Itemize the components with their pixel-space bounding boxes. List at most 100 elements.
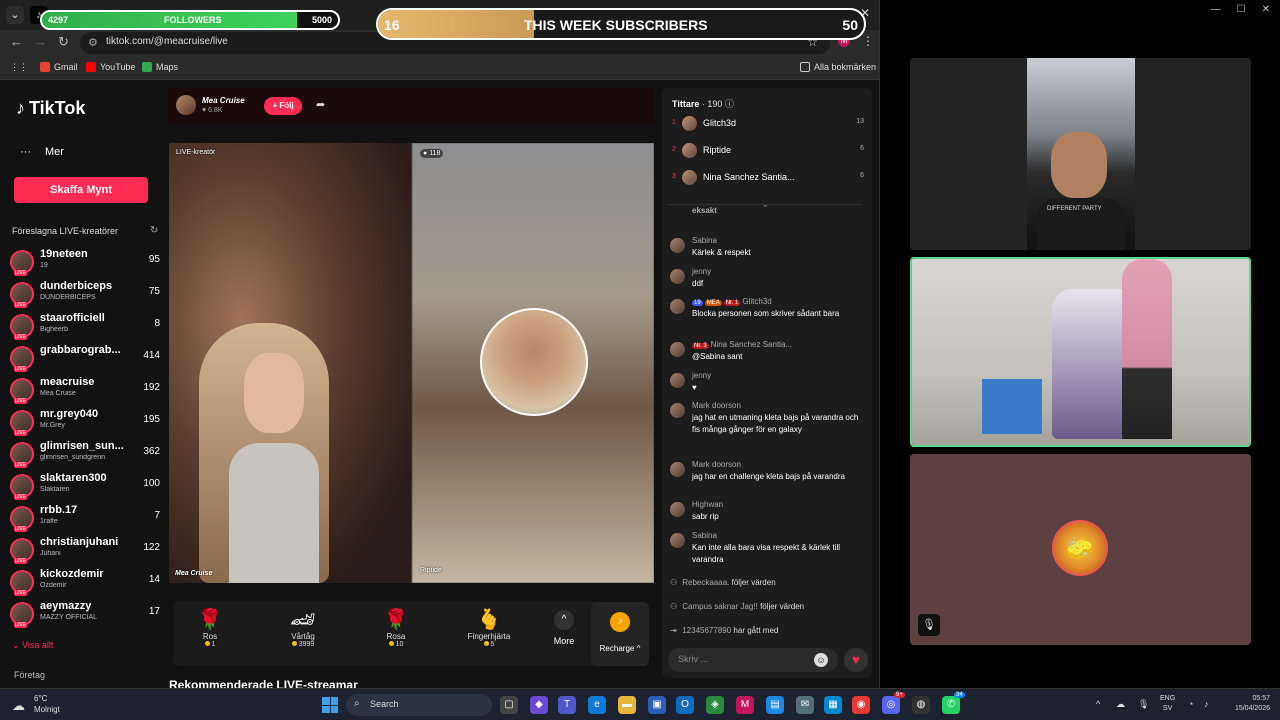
obs-icon[interactable]: ◍ bbox=[912, 696, 930, 714]
shield-icon[interactable]: ◈ bbox=[706, 696, 724, 714]
gift-item[interactable]: 🌹 Rosa 10 bbox=[361, 608, 431, 648]
see-all-link[interactable]: ⌄ Visa allt bbox=[12, 640, 53, 651]
message-author[interactable]: Sabina bbox=[692, 531, 717, 540]
clock[interactable]: 05:57 15/04/2026 bbox=[1224, 694, 1270, 714]
cloud-sync-icon[interactable]: ☁ bbox=[1116, 699, 1125, 710]
apps-icon[interactable]: ⋮⋮ bbox=[10, 62, 28, 73]
file-explorer-icon[interactable]: ▬ bbox=[618, 696, 636, 714]
mic-icon[interactable]: 🎙 bbox=[1138, 699, 1149, 710]
sidebar-creator[interactable]: LIVE 19neteen 19 95 bbox=[10, 248, 160, 278]
recharge-button[interactable]: ♪ Recharge ^ bbox=[591, 602, 649, 666]
user-avatar[interactable] bbox=[670, 342, 685, 357]
gift-item[interactable]: 🏎 Vårtåg 3999 bbox=[268, 608, 338, 648]
audio-panel[interactable]: 🧽 🎙 bbox=[910, 454, 1251, 645]
tiktok-logo[interactable]: ♪ TikTok bbox=[16, 98, 85, 119]
top-viewer[interactable]: 2 Riptide 6 bbox=[672, 143, 864, 159]
top-viewer[interactable]: 1 Glitch3d 13 bbox=[672, 116, 864, 132]
follow-button[interactable]: + Följ bbox=[264, 97, 302, 115]
sidebar-item-more[interactable]: ··· Mer bbox=[20, 146, 64, 158]
photos-icon[interactable]: ▤ bbox=[766, 696, 784, 714]
gift-item[interactable]: 🌹 Ros 1 bbox=[175, 608, 245, 648]
bookmark-maps[interactable]: Maps bbox=[142, 62, 178, 72]
task-view-icon[interactable]: ▢ bbox=[500, 696, 518, 714]
mail-icon[interactable]: ✉ bbox=[796, 696, 814, 714]
system-user[interactable]: 12345677890 bbox=[682, 626, 731, 635]
wifi-icon[interactable]: ◔ bbox=[1188, 699, 1193, 709]
system-user[interactable]: Rebeckaaaa. bbox=[682, 578, 729, 587]
sidebar-creator[interactable]: LIVE mr.grey040 Mr.Grey 195 bbox=[10, 408, 160, 438]
message-author[interactable]: 19 MEA Nr. 1 Glitch3d bbox=[692, 297, 772, 306]
user-avatar[interactable] bbox=[670, 403, 685, 418]
store-icon[interactable]: ▣ bbox=[648, 696, 666, 714]
sidebar-creator[interactable]: LIVE slaktaren300 Slaktaren 100 bbox=[10, 472, 160, 502]
all-bookmarks[interactable]: Alla bokmärken bbox=[800, 62, 876, 72]
viewers-header[interactable]: Tittare · 190 ⓘ bbox=[672, 97, 734, 110]
user-avatar[interactable] bbox=[670, 269, 685, 284]
back-icon[interactable]: ← bbox=[10, 34, 23, 49]
bookmark-gmail[interactable]: Gmail bbox=[40, 62, 78, 72]
refresh-icon[interactable]: ↻ bbox=[150, 225, 158, 236]
copilot-icon[interactable]: ◆ bbox=[530, 696, 548, 714]
info-icon[interactable]: ⓘ bbox=[725, 99, 734, 109]
more-gifts-button[interactable]: ^ More bbox=[539, 610, 589, 646]
site-info-icon[interactable]: ⚙ bbox=[88, 36, 98, 49]
user-avatar[interactable] bbox=[670, 533, 685, 548]
sidebar-creator[interactable]: LIVE staarofficiell Bigheerb 8 bbox=[10, 312, 160, 342]
sidebar-creator[interactable]: LIVE aeymazzy MAZZY OFFICIAL 17 bbox=[10, 600, 160, 630]
share-icon[interactable]: ➦ bbox=[316, 98, 325, 111]
message-author[interactable]: jenny bbox=[692, 267, 711, 276]
sidebar-creator[interactable]: LIVE kickozdemir Ozdemir 14 bbox=[10, 568, 160, 598]
volume-icon[interactable]: ♪ bbox=[1204, 699, 1209, 709]
language-indicator[interactable]: ENG SV bbox=[1160, 694, 1175, 714]
message-author[interactable]: Mark doorson bbox=[692, 460, 741, 469]
sidebar-creator[interactable]: LIVE glimrisen_sun... glimrisen_sundgren… bbox=[10, 440, 160, 470]
room-camera-panel[interactable] bbox=[910, 257, 1251, 447]
message-author[interactable]: Sabina bbox=[692, 236, 717, 245]
sidebar-creator[interactable]: LIVE meacruise Mea Cruise 192 bbox=[10, 376, 160, 406]
user-avatar[interactable] bbox=[670, 373, 685, 388]
minimize-icon[interactable]: — bbox=[1211, 4, 1221, 15]
sidebar-creator[interactable]: LIVE grabbarograb... 414 bbox=[10, 344, 160, 374]
bookmark-youtube[interactable]: YouTube bbox=[86, 62, 135, 72]
forward-icon[interactable]: → bbox=[34, 34, 47, 49]
sidebar-creator[interactable]: LIVE christianjuhani Juhani 122 bbox=[10, 536, 160, 566]
top-viewer[interactable]: 3 Nina Sanchez Santia... 6 bbox=[672, 170, 864, 186]
user-avatar[interactable] bbox=[670, 502, 685, 517]
sidebar-creator[interactable]: LIVE dunderbiceps DUNDERBICEPS 75 bbox=[10, 280, 160, 310]
message-author[interactable]: Highwan bbox=[692, 500, 723, 509]
get-coins-button[interactable]: Skaffa Mynt bbox=[14, 177, 148, 203]
reload-icon[interactable]: ↻ bbox=[58, 34, 69, 50]
maximize-icon[interactable]: ☐ bbox=[1237, 4, 1246, 15]
like-heart-button[interactable]: ♥ bbox=[844, 648, 868, 672]
emoji-icon[interactable]: ☺ bbox=[814, 653, 828, 667]
live-video[interactable]: LIVE-kreatör ● 118 Mea Cruise Riptide bbox=[169, 143, 654, 583]
gift-item[interactable]: 🫰 Fingerhjärta 5 bbox=[454, 608, 524, 648]
chat-input[interactable]: Skriv ... bbox=[668, 648, 838, 672]
host-avatar[interactable] bbox=[176, 95, 196, 115]
host-name[interactable]: Mea Cruise bbox=[202, 96, 245, 105]
taskbar-search[interactable]: ⌕ Search bbox=[346, 694, 492, 716]
system-user[interactable]: Campus saknar Jag!! bbox=[682, 602, 758, 611]
teams-icon[interactable]: T bbox=[558, 696, 576, 714]
discord-icon[interactable]: ◎ bbox=[882, 696, 900, 714]
webcam-panel[interactable]: DIFFERENT PARTY bbox=[910, 58, 1251, 250]
office-icon[interactable]: M bbox=[736, 696, 754, 714]
whatsapp-icon[interactable]: ✆ bbox=[942, 696, 960, 714]
outlook-icon[interactable]: O bbox=[676, 696, 694, 714]
mic-muted-icon[interactable]: 🎙 bbox=[918, 614, 940, 636]
user-avatar[interactable] bbox=[670, 299, 685, 314]
message-author[interactable]: Nr. 3 Nina Sanchez Santia... bbox=[692, 340, 792, 349]
close-icon[interactable]: ✕ bbox=[1262, 4, 1270, 15]
windows-start-icon[interactable] bbox=[322, 697, 338, 713]
message-author[interactable]: jenny bbox=[692, 371, 711, 380]
message-author[interactable]: Mark doorson bbox=[692, 401, 741, 410]
tab-search-icon[interactable]: ⌄ bbox=[6, 6, 24, 24]
sidebar-creator[interactable]: LIVE rrbb.17 1raffe 7 bbox=[10, 504, 160, 534]
user-avatar[interactable] bbox=[670, 462, 685, 477]
app-icon[interactable]: ▦ bbox=[824, 696, 842, 714]
menu-icon[interactable]: ⋮ bbox=[862, 34, 874, 48]
company-link[interactable]: Företag bbox=[14, 670, 45, 680]
user-avatar[interactable] bbox=[670, 238, 685, 253]
chrome-icon[interactable]: ◉ bbox=[852, 696, 870, 714]
guest-pip-video[interactable] bbox=[480, 308, 588, 416]
